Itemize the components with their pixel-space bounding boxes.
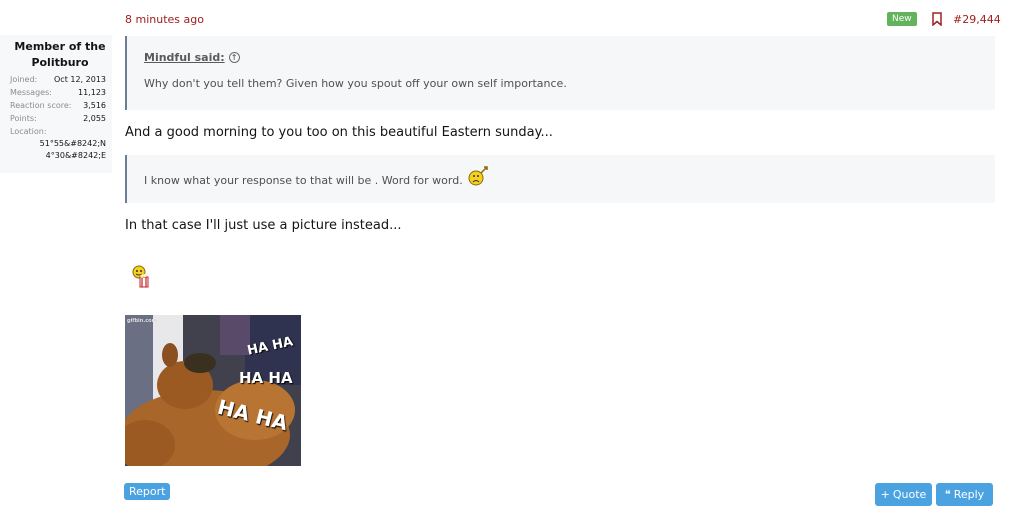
stat-joined: Joined: Oct 12, 2013 xyxy=(10,75,106,84)
gif-caption-2: HA HA xyxy=(239,369,293,387)
quote-button[interactable]: + Quote xyxy=(875,483,932,506)
go-to-quote-icon[interactable]: ↑ xyxy=(228,52,240,63)
post-timestamp[interactable]: 8 minutes ago xyxy=(125,13,204,26)
reply-quote-icon: ❝ xyxy=(944,488,951,501)
reply-button-label: Reply xyxy=(953,488,985,501)
report-button[interactable]: Report xyxy=(124,483,171,500)
quote-button-label: Quote xyxy=(892,488,927,501)
quote-block: I know what your response to that will b… xyxy=(125,155,995,203)
stat-location: Location: xyxy=(10,127,47,136)
post-text-line: In that case I'll just use a picture ins… xyxy=(125,218,402,233)
quote-block: Mindful said: ↑ Why don't you tell them?… xyxy=(125,36,995,110)
quote-author-name[interactable]: Mindful said: xyxy=(144,51,225,64)
post-image[interactable]: gifbin.com HA HA HA HA HA HA xyxy=(125,315,301,466)
post-number[interactable]: #29,444 xyxy=(953,13,1001,26)
reply-button[interactable]: ❝ Reply xyxy=(936,483,993,506)
user-title: Member of the Politburo xyxy=(14,40,106,69)
location-line-1: 51°55&#8242;N xyxy=(39,139,106,148)
location-line-2: 4°30&#8242;E xyxy=(45,151,106,160)
quote-text: Why don't you tell them? Given how you s… xyxy=(144,77,567,90)
new-badge: New xyxy=(887,12,917,26)
stat-points: Points: 2,055 xyxy=(10,114,106,123)
sad-smiley-icon xyxy=(468,166,488,186)
user-info-panel: Member of the Politburo Joined: Oct 12, 2… xyxy=(0,35,112,173)
stat-messages: Messages: 11,123 xyxy=(10,88,106,97)
stat-reaction-score: Reaction score: 3,516 xyxy=(10,101,106,110)
gif-watermark: gifbin.com xyxy=(127,318,157,324)
quote-text: I know what your response to that will b… xyxy=(144,174,463,187)
plus-icon: + xyxy=(880,488,890,501)
quote-author[interactable]: Mindful said: ↑ xyxy=(144,51,995,64)
post-text-line: And a good morning to you too on this be… xyxy=(125,125,553,140)
bookmark-icon[interactable] xyxy=(932,12,942,26)
popcorn-smiley-icon xyxy=(132,265,149,288)
